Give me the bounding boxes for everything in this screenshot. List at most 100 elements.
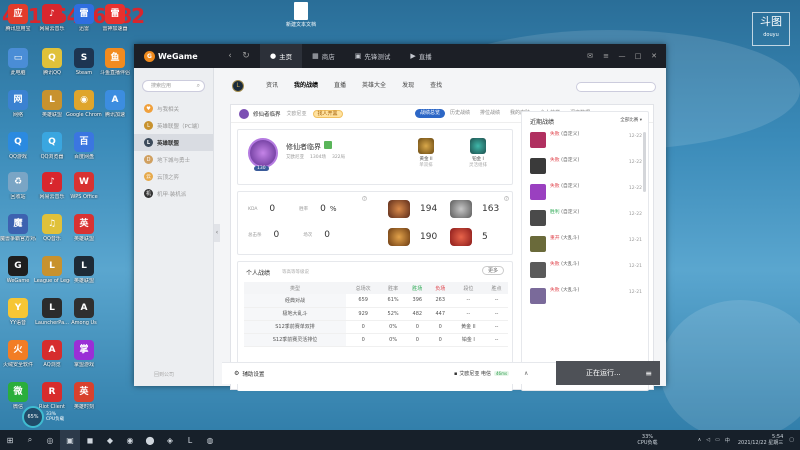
desktop-icon[interactable]: Q 腾讯QQ xyxy=(34,48,70,76)
taskbar-app-icon[interactable]: ◆ xyxy=(100,430,120,450)
rank-solo[interactable]: 黄金 II 单双排 xyxy=(406,138,446,168)
table-row[interactable]: S12季前赛单双排 0 0% 0 0 黄金 II -- xyxy=(244,320,508,334)
desktop-icon[interactable]: 网网络 xyxy=(0,90,36,118)
sidebar-collapse-button[interactable]: ‹ xyxy=(214,224,220,242)
taskbar-app-icon[interactable]: ◍ xyxy=(200,430,220,450)
table-row[interactable]: 经典对战 659 61% 396 263 -- -- xyxy=(244,294,508,308)
desktop-icon[interactable]: L League of Legends xyxy=(34,256,70,284)
desktop-icon[interactable]: G WeGame xyxy=(0,256,36,284)
desktop-icon[interactable]: ♻ 回收站 xyxy=(0,172,36,200)
desktop-icon[interactable]: R Riot Client xyxy=(34,382,70,410)
subnav-tab[interactable]: 查找 xyxy=(422,74,450,98)
taskbar-app-icon[interactable]: L xyxy=(180,430,200,450)
desktop-icon[interactable]: ♫ QQ音乐 xyxy=(34,214,70,242)
subnav-tab[interactable]: 资讯 xyxy=(258,74,286,98)
league-icon[interactable]: L xyxy=(232,80,244,92)
table-header[interactable]: 总场次 xyxy=(346,282,381,294)
sidebar-item[interactable]: ♥ 与我相关 xyxy=(134,100,213,117)
top-tab[interactable]: ▦ 商店 xyxy=(302,44,345,68)
taskbar-app-icon[interactable]: ⬤ xyxy=(140,430,160,450)
table-header[interactable]: 段位 xyxy=(451,282,485,294)
minimize-button[interactable]: — xyxy=(614,52,630,60)
table-header[interactable]: 类型 xyxy=(244,282,346,294)
table-row[interactable]: S12季前赛灵活排位 0 0% 0 0 铂金 I -- xyxy=(244,333,508,347)
back-button[interactable]: ‹ xyxy=(222,51,238,61)
subnav-tab[interactable]: 发现 xyxy=(394,74,422,98)
desktop-icon[interactable]: 应腾讯应用宝 xyxy=(0,4,36,32)
desktop-icon[interactable]: ♪ 网易云音乐 xyxy=(34,4,70,32)
sidebar-item[interactable]: L 英雄联盟（PC端） xyxy=(134,117,213,134)
taskbar-app-icon[interactable]: ▣ xyxy=(60,430,80,450)
top-tab[interactable]: ● 主页 xyxy=(260,44,303,68)
table-row[interactable]: 极地大乱斗 929 52% 482 447 -- -- xyxy=(244,307,508,321)
ime-icon[interactable]: 中 xyxy=(725,437,730,444)
taskbar-app-icon[interactable]: ◼ xyxy=(80,430,100,450)
recent-game[interactable]: 重开 (大乱斗) 12-21 xyxy=(530,236,644,258)
desktop-icon[interactable]: 雷雷神加速器 xyxy=(97,4,133,32)
server-select[interactable]: ▪ 艾欧尼亚 电信 46ms xyxy=(454,370,510,377)
desktop-icon[interactable]: Q QQ游戏 xyxy=(0,132,36,160)
network-icon[interactable]: ▭ xyxy=(715,437,720,443)
desktop-icon[interactable]: 魔魔兽争霸官方对战平台 xyxy=(0,214,36,242)
help-icon[interactable]: ? xyxy=(362,196,367,201)
recent-game[interactable]: 失败 (自定义) 12-22 xyxy=(530,132,644,154)
sidebar-item[interactable]: L 英雄联盟 xyxy=(134,134,213,151)
taskbar-app-icon[interactable]: ◉ xyxy=(120,430,140,450)
subnav-tab[interactable]: 英雄大全 xyxy=(354,74,394,98)
volume-icon[interactable]: ◁ xyxy=(706,437,710,443)
taskbar-app-icon[interactable]: ◎ xyxy=(40,430,60,450)
desktop-icon[interactable]: 鱼斗鱼直播伴侣 xyxy=(97,48,133,76)
taskbar-app-icon[interactable]: ◈ xyxy=(160,430,180,450)
desktop-icon[interactable]: 英英雄联盟 xyxy=(66,214,102,242)
records-link[interactable]: 等高等等级说 xyxy=(282,269,309,275)
desktop-file[interactable]: 新建文本文档 xyxy=(283,2,319,28)
chevron-up-icon[interactable]: ∧ xyxy=(524,370,528,377)
maximize-button[interactable]: □ xyxy=(630,52,646,60)
taskbar-app-icon[interactable]: ⊞ xyxy=(0,430,20,450)
range-tab[interactable]: 排位战绩 xyxy=(475,109,505,118)
cpu-gauge[interactable]: 65% xyxy=(22,406,44,428)
desktop-icon[interactable]: Q QQ浏览器 xyxy=(34,132,70,160)
honor-2[interactable]: 163 xyxy=(450,200,499,218)
table-header[interactable]: 胜场 xyxy=(405,282,429,294)
desktop-icon[interactable]: Y YY语音 xyxy=(0,298,36,326)
table-header[interactable]: 负场 xyxy=(428,282,452,294)
clock[interactable]: 5:54 2021/12/22 星期三 xyxy=(738,434,783,446)
recent-scrollbar[interactable] xyxy=(643,132,646,192)
sidebar-item[interactable]: 机机甲·装机派 xyxy=(134,185,213,202)
rank-flex[interactable]: 铂金 I 灵活组排 xyxy=(458,138,498,168)
desktop-icon[interactable]: W WPS Office xyxy=(66,172,102,200)
small-avatar[interactable] xyxy=(239,108,249,119)
summoner-avatar[interactable] xyxy=(248,138,278,168)
desktop-icon[interactable]: L 英雄联盟 xyxy=(34,90,70,118)
taskbar-app-icon[interactable]: ⌕ xyxy=(20,430,40,450)
desktop-icon[interactable]: L LauncherPa... xyxy=(34,298,70,326)
table-header[interactable]: 胜率 xyxy=(380,282,406,294)
desktop-icon[interactable]: A Among Us xyxy=(66,298,102,326)
recent-game[interactable]: 胜利 (自定义) 12-22 xyxy=(530,210,644,232)
menu-icon[interactable]: ≡ xyxy=(598,52,614,60)
recent-game[interactable]: 失败 (自定义) 12-22 xyxy=(530,184,644,206)
desktop-icon[interactable]: L 英雄联盟 xyxy=(66,256,102,284)
sidebar-footer[interactable]: 回到公司 xyxy=(154,371,174,378)
assist-settings-button[interactable]: ⚙ 辅助设置 xyxy=(234,370,264,378)
recent-game[interactable]: 失败 (自定义) 12-22 xyxy=(530,158,644,180)
range-tab[interactable]: 战绩总览 xyxy=(415,109,446,118)
honor-3[interactable]: 190 xyxy=(388,228,437,246)
refresh-button[interactable]: ↻ xyxy=(238,51,254,61)
top-tab[interactable]: ▶ 直播 xyxy=(400,44,441,68)
records-more-button[interactable]: 更多 xyxy=(481,266,504,275)
sidebar-item[interactable]: D 地下城与勇士 xyxy=(134,151,213,168)
desktop-icon[interactable]: ▭ 此电脑 xyxy=(0,48,36,76)
recent-filter-select[interactable]: 全部比赛 ▾ xyxy=(620,117,642,123)
honor-4[interactable]: 5 xyxy=(450,228,488,246)
range-tab[interactable]: 历史战绩 xyxy=(445,109,475,118)
table-header[interactable]: 胜点 xyxy=(485,282,508,294)
notification-icon[interactable]: ▢ xyxy=(789,437,794,443)
chevron-up-icon[interactable]: ∧ xyxy=(698,437,702,443)
honor-1[interactable]: 194 xyxy=(388,200,437,218)
recent-game[interactable]: 失败 (大乱斗) 12-21 xyxy=(530,262,644,284)
mail-icon[interactable]: ✉ xyxy=(582,52,598,60)
subnav-search-input[interactable] xyxy=(576,82,656,92)
desktop-icon[interactable]: ♪ 网易云音乐 xyxy=(34,172,70,200)
